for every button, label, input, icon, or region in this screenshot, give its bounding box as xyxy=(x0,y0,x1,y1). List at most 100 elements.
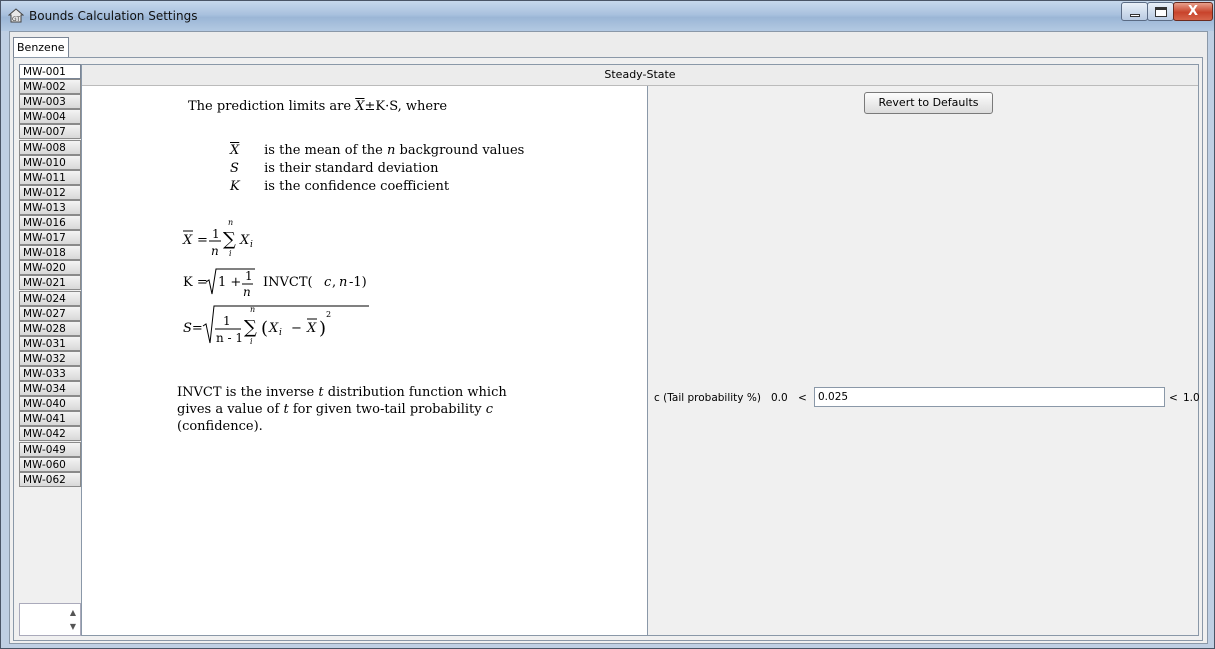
well-tab-mw-004[interactable]: MW-004 xyxy=(19,109,81,125)
s-square: 2 xyxy=(326,310,331,319)
well-tab-mw-049[interactable]: MW-049 xyxy=(19,441,81,457)
title-bar[interactable]: GT Bounds Calculation Settings X xyxy=(1,1,1214,31)
minimize-button[interactable] xyxy=(1121,2,1148,21)
tail-probability-min: 0.0 xyxy=(771,392,788,404)
s-num: 1 xyxy=(223,314,231,328)
mean-sum-bot: i xyxy=(229,249,232,258)
well-tab-mw-017[interactable]: MW-017 xyxy=(19,230,81,246)
formula-description: The prediction limits are X ±K·S, where X… xyxy=(82,86,648,635)
formulas: X = 1 n n ∑ i X i K = 1 + 1 n INVCT(c ,… xyxy=(182,218,369,346)
k-num: 1 xyxy=(245,269,253,283)
well-tab-mw-008[interactable]: MW-008 xyxy=(19,139,81,155)
def-mean: X is the mean of the n background values xyxy=(230,143,524,158)
well-tab-mw-042[interactable]: MW-042 xyxy=(19,426,81,442)
note-l2-pre: gives a value of xyxy=(177,402,280,417)
panel-title: Steady-State xyxy=(604,68,676,81)
def-k-text: is the confidence coefficient xyxy=(264,179,450,194)
def-mean-symbol: X xyxy=(230,143,240,158)
intro-text: The prediction limits are xyxy=(188,99,352,114)
svg-text:∑: ∑ xyxy=(223,229,236,250)
well-tab-mw-034[interactable]: MW-034 xyxy=(19,381,81,397)
lower-bound-sign: < xyxy=(798,392,807,404)
mean-term: X xyxy=(239,233,250,248)
def-mean-text-post: background values xyxy=(399,143,525,158)
well-tab-mw-016[interactable]: MW-016 xyxy=(19,215,81,230)
k-den: n xyxy=(243,285,251,299)
well-tab-mw-060[interactable]: MW-060 xyxy=(19,456,81,472)
dialog-content: Benzene MW-001 MW-002 MW-003 MW-004 MW-007 MW… xyxy=(9,31,1208,644)
well-tab-mw-010[interactable]: MW-010 xyxy=(19,154,81,170)
maximize-icon xyxy=(1155,7,1167,17)
well-tab-mw-027[interactable]: MW-027 xyxy=(19,305,81,321)
svg-text:GT: GT xyxy=(12,16,20,23)
well-tab-mw-018[interactable]: MW-018 xyxy=(19,245,81,261)
mean-eq: = xyxy=(197,233,208,248)
scroll-down-icon[interactable]: ▼ xyxy=(66,620,80,634)
well-tab-mw-012[interactable]: MW-012 xyxy=(19,184,81,200)
s-x: X xyxy=(268,321,279,336)
close-button[interactable]: X xyxy=(1173,2,1213,21)
well-tab-mw-021[interactable]: MW-021 xyxy=(19,275,81,291)
k-n: n xyxy=(339,275,347,290)
k-c: c xyxy=(324,275,332,290)
note-l1-post: distribution function which xyxy=(327,385,507,400)
s-x-sub: i xyxy=(279,328,282,338)
mean-sum-top: n xyxy=(228,218,233,227)
k-lhs: K = xyxy=(183,275,208,290)
well-tab-mw-062[interactable]: MW-062 xyxy=(19,471,81,487)
tail-probability-input[interactable] xyxy=(814,387,1165,407)
def-std-text: is their standard deviation xyxy=(264,161,439,176)
chemical-tab-panel: MW-001 MW-002 MW-003 MW-004 MW-007 MW-008 MW-0… xyxy=(13,57,1203,641)
def-std: S is their standard deviation xyxy=(230,161,439,176)
well-tab-mw-003[interactable]: MW-003 xyxy=(19,94,81,110)
well-tab-mw-013[interactable]: MW-013 xyxy=(19,199,81,215)
s-sum-top: n xyxy=(250,305,255,314)
well-tab-mw-007[interactable]: MW-007 xyxy=(19,124,81,140)
minimize-icon xyxy=(1130,14,1140,17)
note-l1-t: t xyxy=(318,385,324,400)
chemical-tab-strip: Benzene xyxy=(10,32,1207,60)
well-tab-mw-040[interactable]: MW-040 xyxy=(19,396,81,412)
mean-sub: i xyxy=(250,240,253,250)
def-k: K is the confidence coefficient xyxy=(230,179,449,194)
def-k-symbol: K xyxy=(230,179,240,194)
well-tab-mw-031[interactable]: MW-031 xyxy=(19,335,81,351)
s-open: ( xyxy=(261,318,268,339)
window-title: Bounds Calculation Settings xyxy=(29,9,198,23)
well-tab-mw-001[interactable]: MW-001 xyxy=(19,64,81,79)
mean-den: n xyxy=(211,244,219,258)
well-tab-mw-011[interactable]: MW-011 xyxy=(19,169,81,185)
well-tab-mw-024[interactable]: MW-024 xyxy=(19,290,81,306)
well-tab-mw-028[interactable]: MW-028 xyxy=(19,320,81,336)
well-tab-mw-032[interactable]: MW-032 xyxy=(19,350,81,366)
mean-formula: X = 1 n n ∑ i X i xyxy=(182,218,253,258)
k-tail: -1) xyxy=(349,275,367,290)
close-icon: X xyxy=(1187,4,1199,19)
app-icon: GT xyxy=(8,8,24,23)
revert-to-defaults-button[interactable]: Revert to Defaults xyxy=(864,92,993,114)
maximize-button[interactable] xyxy=(1147,2,1174,21)
k-func: INVCT( xyxy=(263,275,313,290)
k-comma: , xyxy=(332,275,336,290)
upper-bound-sign: < xyxy=(1169,392,1178,404)
well-tab-mw-041[interactable]: MW-041 xyxy=(19,411,81,427)
tail-probability-label: c (Tail probability %) xyxy=(654,392,761,404)
s-minus: − xyxy=(291,321,302,336)
well-tab-mw-020[interactable]: MW-020 xyxy=(19,260,81,276)
s-lhs: S= xyxy=(183,321,203,336)
svg-text:∑: ∑ xyxy=(244,317,257,338)
mean-lhs: X xyxy=(182,233,193,248)
tab-benzene[interactable]: Benzene xyxy=(13,37,69,57)
mean-num: 1 xyxy=(212,227,220,241)
note-l2-t: t xyxy=(283,402,289,417)
s-formula: S= 1 n - 1 n ∑ i ( X i − X) 2 xyxy=(183,305,369,346)
k-one: 1 + xyxy=(218,275,241,290)
scroll-up-icon[interactable]: ▲ xyxy=(66,606,80,620)
intro-mid: ±K·S, where xyxy=(364,99,448,114)
well-tab-mw-002[interactable]: MW-002 xyxy=(19,79,81,95)
note-line-3: (confidence). xyxy=(177,419,263,434)
invct-note: INVCT is the inverse t distribution func… xyxy=(177,384,507,435)
s-xbar: X xyxy=(306,321,317,336)
well-tab-mw-033[interactable]: MW-033 xyxy=(19,366,81,381)
well-list-scroller[interactable]: ▲ ▼ xyxy=(19,603,81,636)
